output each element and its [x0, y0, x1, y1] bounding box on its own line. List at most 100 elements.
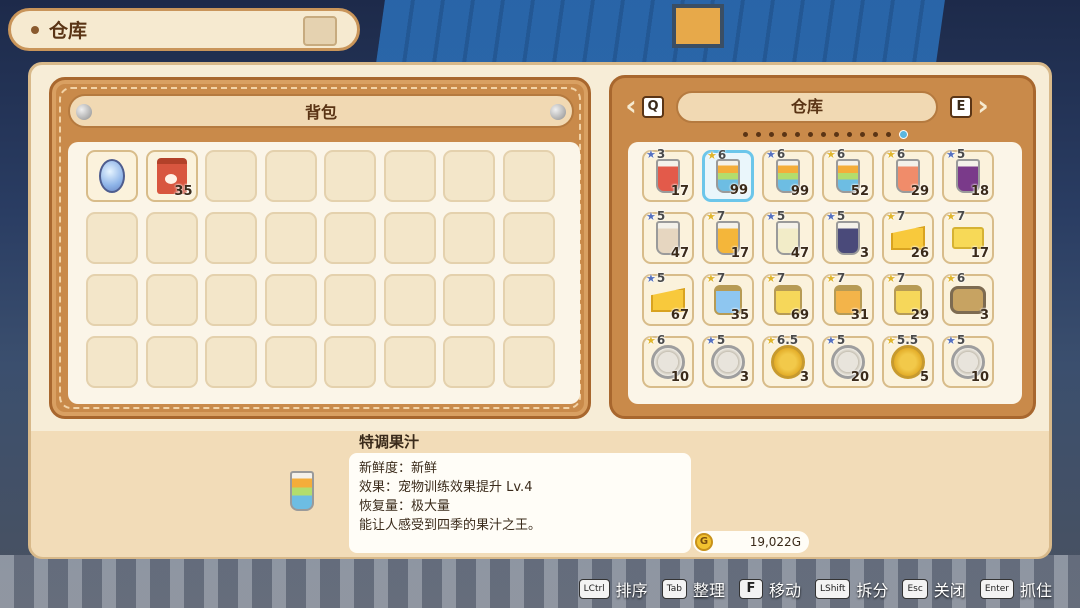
empty-slot[interactable]: [502, 336, 555, 388]
page-dot[interactable]: [756, 132, 761, 137]
prev-page-arrow-icon[interactable]: ‹: [620, 92, 642, 122]
storage-slot[interactable]: ★6 99: [702, 148, 754, 202]
storage-slot[interactable]: ★3 17: [642, 147, 694, 202]
empty-slot[interactable]: [145, 212, 198, 264]
storage-slot[interactable]: ★5 47: [762, 209, 814, 264]
star-value: 7: [956, 209, 966, 223]
storage-slot[interactable]: ★5 18: [942, 147, 994, 202]
item-quantity: 5: [919, 370, 929, 385]
star-icon: ★: [946, 334, 956, 347]
page-dot[interactable]: [899, 130, 908, 139]
hint-排序[interactable]: LCtrl 排序: [578, 577, 648, 601]
storage-slot[interactable]: ★7 31: [822, 271, 874, 326]
empty-slot[interactable]: [86, 212, 138, 264]
star-icon: ★: [886, 148, 896, 161]
empty-slot[interactable]: [205, 274, 257, 326]
storage-slot[interactable]: ★7 26: [882, 209, 934, 264]
next-page-key[interactable]: E: [950, 96, 972, 118]
empty-slot[interactable]: [443, 212, 495, 264]
item-quantity: 3: [859, 246, 869, 261]
blueberry-juice-icon: [836, 221, 860, 255]
item-quantity: 29: [910, 308, 929, 323]
storage-panel: ‹ Q 仓库 E › ★3 17 ★6 99 ★6 99 ★6 52 ★6 29 ★5 18 ★5 47 ★…: [609, 75, 1036, 419]
empty-slot[interactable]: [383, 150, 436, 202]
item-quantity: 35: [174, 184, 193, 199]
title-dot-icon: [31, 25, 39, 34]
storage-slot[interactable]: ★5 67: [642, 271, 694, 326]
page-dot[interactable]: [821, 132, 826, 137]
storage-slot[interactable]: ★5 20: [822, 333, 874, 388]
empty-slot[interactable]: [264, 212, 317, 264]
backpack-slot[interactable]: 35: [145, 150, 198, 202]
storage-slot[interactable]: ★7 29: [882, 271, 934, 326]
page-dot[interactable]: [860, 132, 865, 137]
prev-page-key[interactable]: Q: [642, 96, 664, 118]
empty-slot[interactable]: [443, 336, 495, 388]
storage-slot[interactable]: ★7 69: [762, 271, 814, 326]
star-value: 7: [836, 271, 846, 285]
storage-slot[interactable]: ★6 10: [642, 333, 694, 388]
empty-slot[interactable]: [145, 274, 198, 326]
empty-slot[interactable]: [205, 212, 257, 264]
star-icon: ★: [706, 210, 716, 223]
backpack-slot[interactable]: [86, 150, 138, 202]
page-dot[interactable]: [834, 132, 839, 137]
item-quantity: 3: [799, 370, 809, 385]
hint-整理[interactable]: Tab 整理: [661, 577, 725, 601]
storage-slot[interactable]: ★5 3: [822, 209, 874, 264]
hint-label: 关闭: [933, 581, 966, 600]
empty-slot[interactable]: [145, 336, 198, 388]
empty-slot[interactable]: [86, 274, 138, 326]
storage-slot[interactable]: ★6.5 3: [762, 333, 814, 388]
empty-slot[interactable]: [324, 212, 376, 264]
hint-label: 移动: [768, 581, 801, 600]
hint-拆分[interactable]: LShift 拆分: [814, 577, 888, 601]
empty-slot[interactable]: [443, 274, 495, 326]
empty-slot[interactable]: [324, 150, 376, 202]
empty-slot[interactable]: [502, 212, 555, 264]
storage-slot[interactable]: ★7 17: [942, 209, 994, 264]
background-roof: [375, 0, 945, 70]
page-dot[interactable]: [743, 132, 748, 137]
storage-slot[interactable]: ★7 35: [702, 271, 754, 326]
empty-slot[interactable]: [324, 274, 376, 326]
empty-slot[interactable]: [264, 274, 317, 326]
storage-slot[interactable]: ★7 17: [702, 209, 754, 264]
empty-slot[interactable]: [502, 150, 555, 202]
page-dot[interactable]: [795, 132, 800, 137]
empty-slot[interactable]: [383, 336, 436, 388]
empty-slot[interactable]: [86, 336, 138, 388]
item-description: 新鲜度：新鲜 效果：宠物训练效果提升 Lv.4 恢复量：极大量 能让人感受到四季…: [349, 453, 691, 553]
storage-slot[interactable]: ★5 10: [942, 333, 994, 388]
page-dot[interactable]: [847, 132, 852, 137]
next-page-arrow-icon[interactable]: ›: [972, 92, 994, 122]
hint-移动[interactable]: F 移动: [738, 577, 801, 601]
empty-slot[interactable]: [205, 336, 257, 388]
storage-slot[interactable]: ★5 3: [702, 333, 754, 388]
page-dot[interactable]: [769, 132, 774, 137]
empty-slot[interactable]: [383, 274, 436, 326]
empty-slot[interactable]: [324, 336, 376, 388]
empty-slot[interactable]: [264, 336, 317, 388]
empty-slot[interactable]: [264, 150, 317, 202]
hint-关闭[interactable]: Esc 关闭: [902, 577, 966, 601]
empty-slot[interactable]: [205, 150, 257, 202]
storage-slot[interactable]: ★6 52: [822, 147, 874, 202]
key-cap: LCtrl: [578, 579, 610, 599]
page-dot[interactable]: [808, 132, 813, 137]
storage-slot[interactable]: ★6 29: [882, 147, 934, 202]
star-icon: ★: [706, 272, 716, 285]
hint-抓住[interactable]: Enter 抓住: [979, 577, 1052, 601]
page-dot[interactable]: [886, 132, 891, 137]
star-icon: ★: [886, 272, 896, 285]
empty-slot[interactable]: [383, 212, 436, 264]
storage-slot[interactable]: ★6 3: [942, 271, 994, 326]
storage-slot[interactable]: ★5.5 5: [882, 333, 934, 388]
storage-slot[interactable]: ★5 47: [642, 209, 694, 264]
storage-slot[interactable]: ★6 99: [762, 147, 814, 202]
empty-slot[interactable]: [502, 274, 555, 326]
page-dot[interactable]: [873, 132, 878, 137]
empty-slot[interactable]: [443, 150, 495, 202]
backpack-title: 背包: [304, 103, 337, 122]
page-dot[interactable]: [782, 132, 787, 137]
